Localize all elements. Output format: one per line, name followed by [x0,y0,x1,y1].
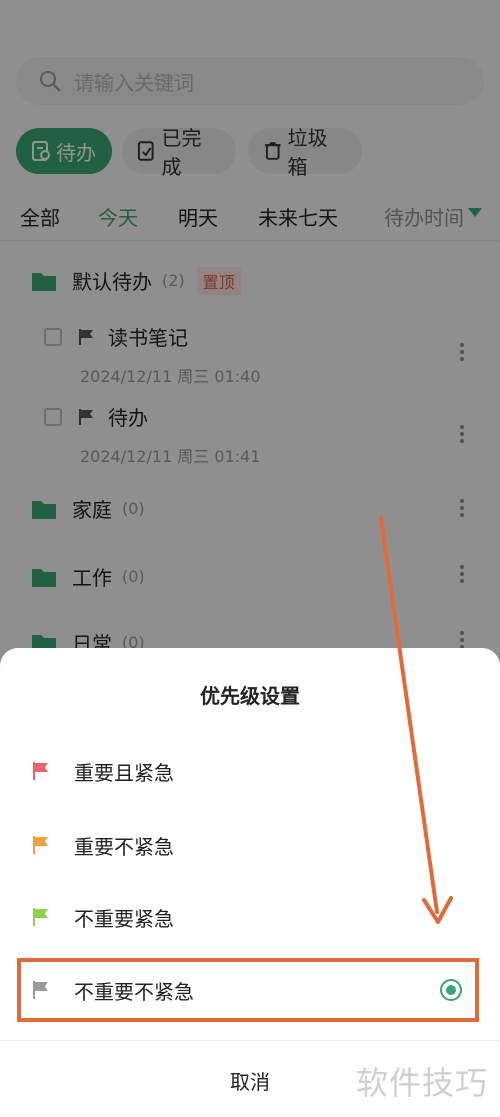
priority-option-urgent-not-important[interactable]: 不重要紧急 [0,882,500,952]
priority-option-important-not-urgent[interactable]: 重要不紧急 [0,810,500,880]
watermark: 软件技巧 [356,1064,489,1102]
priority-option-urgent-important[interactable]: 重要且紧急 [0,736,500,806]
flag-icon [33,836,48,854]
priority-sheet: 优先级设置 重要且紧急 重要不紧急 不重要紧急 不重要不紧急 取消 [0,648,500,1117]
highlight-box [17,958,479,1022]
flag-icon [33,762,48,780]
priority-option-label: 重要不紧急 [74,834,174,859]
priority-option-label: 重要且紧急 [74,760,174,785]
priority-option-label: 不重要紧急 [74,906,174,931]
flag-icon [33,908,48,926]
sheet-title: 优先级设置 [200,684,300,708]
sheet-divider [0,1040,500,1041]
